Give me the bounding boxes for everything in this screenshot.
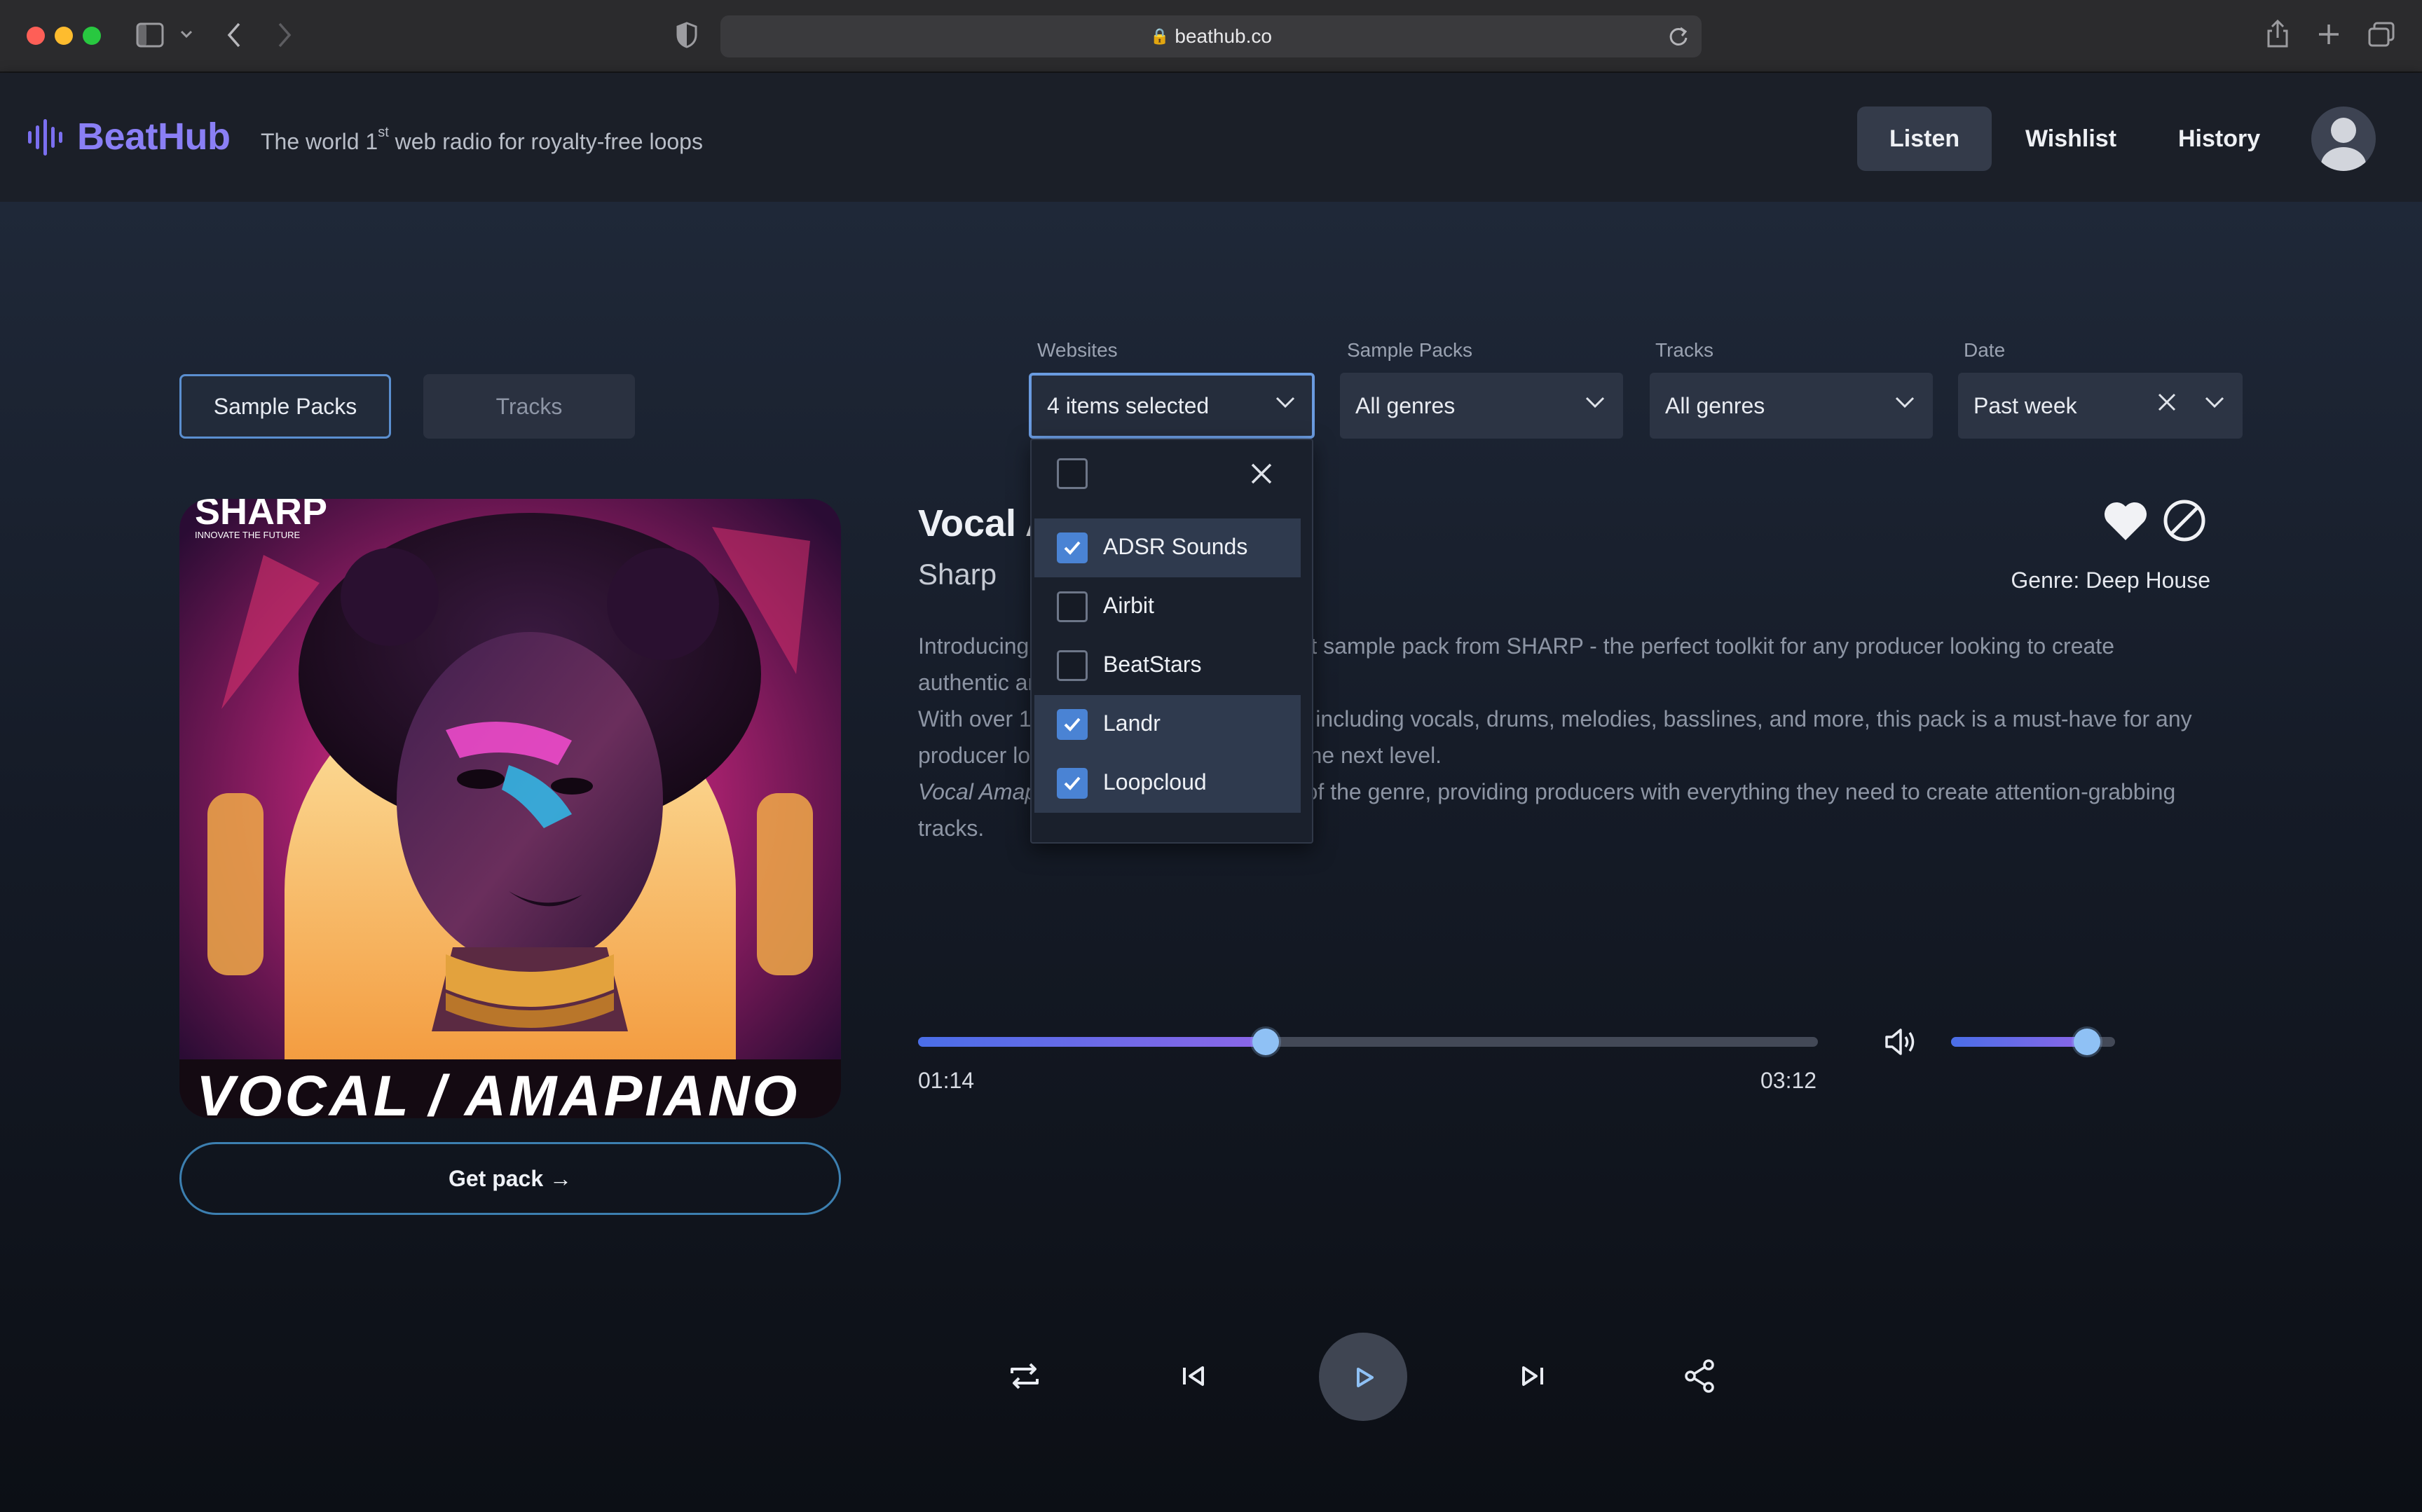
- maximize-window-button[interactable]: [83, 27, 101, 45]
- select-all-checkbox[interactable]: [1057, 458, 1088, 489]
- tab-overview-icon[interactable]: [2367, 21, 2395, 48]
- website-option-checkbox[interactable]: [1057, 591, 1088, 622]
- chevron-down-icon: [1895, 397, 1915, 408]
- date-value: Past week: [1973, 392, 2077, 418]
- tracks-mode-button[interactable]: Tracks: [423, 374, 635, 439]
- checkmark-icon: [1064, 541, 1081, 555]
- cover-bottom-text: VOCAL / AMAPIANO: [196, 1064, 800, 1118]
- clear-icon[interactable]: [2156, 391, 2178, 413]
- website-option-checkbox[interactable]: [1057, 709, 1088, 740]
- date-filter-label: Date: [1964, 339, 2006, 361]
- nav-wishlist[interactable]: Wishlist: [1993, 106, 2149, 171]
- main-content: Sample Packs Tracks Websites 4 items sel…: [0, 202, 2422, 1512]
- pack-artist[interactable]: Sharp: [918, 558, 997, 591]
- website-option-checkbox[interactable]: [1057, 650, 1088, 681]
- progress-handle[interactable]: [1252, 1029, 1279, 1055]
- checkmark-icon: [1064, 717, 1081, 731]
- share-icon[interactable]: [2265, 18, 2290, 49]
- website-option-label: ADSR Sounds: [1103, 534, 1248, 559]
- new-tab-icon[interactable]: [2317, 22, 2341, 46]
- previous-icon[interactable]: [1173, 1355, 1215, 1397]
- sample-packs-genre-select[interactable]: All genres: [1340, 373, 1623, 439]
- websites-filter-label: Websites: [1037, 339, 1118, 361]
- brand-logo[interactable]: BeatHub: [77, 115, 231, 158]
- share-icon[interactable]: [1679, 1355, 1721, 1397]
- browser-toolbar: 🔒 beathub.co: [0, 0, 2422, 73]
- close-icon[interactable]: [1249, 461, 1274, 486]
- website-option-checkbox[interactable]: [1057, 532, 1088, 563]
- address-bar[interactable]: 🔒 beathub.co: [720, 15, 1702, 57]
- privacy-shield-icon[interactable]: [676, 21, 698, 49]
- play-button[interactable]: [1319, 1333, 1407, 1421]
- reload-icon[interactable]: [1668, 24, 1689, 48]
- user-avatar[interactable]: [2311, 106, 2376, 171]
- app-header: BeatHub The world 1st web radio for roya…: [0, 73, 2422, 202]
- sample-packs-genre-value: All genres: [1355, 392, 1456, 418]
- forward-icon[interactable]: [276, 21, 293, 49]
- progress-fill: [918, 1037, 1266, 1047]
- play-icon: [1357, 1368, 1374, 1387]
- sidebar-toggle-icon[interactable]: [136, 22, 164, 48]
- websites-dropdown-menu: ADSR Sounds Airbit BeatStars Landr Loopcloud: [1030, 439, 1313, 844]
- chevron-down-icon: [2205, 397, 2224, 408]
- sample-packs-filter-label: Sample Packs: [1347, 339, 1472, 361]
- checkmark-icon: [1064, 776, 1081, 790]
- volume-handle[interactable]: [2074, 1029, 2101, 1055]
- websites-filter-value: 4 items selected: [1047, 392, 1210, 418]
- progress-bar[interactable]: [918, 1037, 1818, 1047]
- get-pack-button[interactable]: Get pack →: [179, 1142, 841, 1215]
- repeat-icon[interactable]: [1004, 1355, 1046, 1397]
- website-option-label: Landr: [1103, 710, 1161, 736]
- minimize-window-button[interactable]: [55, 27, 73, 45]
- heart-icon[interactable]: [2102, 500, 2149, 542]
- cover-top-text: SHARP: [195, 499, 327, 532]
- pack-genre: Genre: Deep House: [2011, 568, 2210, 593]
- website-option[interactable]: ADSR Sounds: [1034, 518, 1301, 577]
- chevron-down-icon: [1585, 397, 1605, 408]
- nav-listen[interactable]: Listen: [1857, 106, 1992, 171]
- tagline: The world 1st web radio for royalty-free…: [261, 125, 703, 154]
- tracks-filter-label: Tracks: [1655, 339, 1713, 361]
- website-option[interactable]: Landr: [1034, 695, 1301, 754]
- sound-wave-icon: [28, 116, 62, 158]
- website-option-label: BeatStars: [1103, 652, 1202, 677]
- lock-icon: 🔒: [1150, 27, 1170, 45]
- nav-history[interactable]: History: [2146, 106, 2292, 171]
- volume-icon[interactable]: [1882, 1026, 1917, 1058]
- date-select[interactable]: Past week: [1958, 373, 2243, 439]
- chevron-down-icon[interactable]: [179, 29, 193, 39]
- close-window-button[interactable]: [27, 27, 45, 45]
- website-option-checkbox[interactable]: [1057, 768, 1088, 799]
- tracks-genre-value: All genres: [1665, 392, 1765, 418]
- block-icon[interactable]: [2161, 497, 2208, 544]
- next-icon[interactable]: [1511, 1355, 1553, 1397]
- url-text: beathub.co: [1175, 25, 1272, 47]
- sample-packs-mode-button[interactable]: Sample Packs: [179, 374, 391, 439]
- volume-fill: [1951, 1037, 2088, 1047]
- total-duration: 03:12: [1760, 1068, 1817, 1093]
- website-option[interactable]: Loopcloud: [1034, 754, 1301, 813]
- tracks-genre-select[interactable]: All genres: [1650, 373, 1933, 439]
- website-option[interactable]: Airbit: [1032, 577, 1312, 636]
- back-icon[interactable]: [226, 21, 242, 49]
- websites-filter-select[interactable]: 4 items selected: [1029, 373, 1315, 439]
- elapsed-time: 01:14: [918, 1068, 975, 1093]
- dropdown-header: [1032, 440, 1312, 510]
- website-option-label: Airbit: [1103, 593, 1154, 618]
- cover-sub-text: INNOVATE THE FUTURE: [195, 530, 301, 540]
- website-option[interactable]: BeatStars: [1032, 636, 1312, 695]
- website-option-label: Loopcloud: [1103, 769, 1207, 795]
- pack-cover-image: SHARP INNOVATE THE FUTURE VOCAL / AMAPIA…: [179, 499, 841, 1118]
- chevron-down-icon: [1275, 397, 1295, 408]
